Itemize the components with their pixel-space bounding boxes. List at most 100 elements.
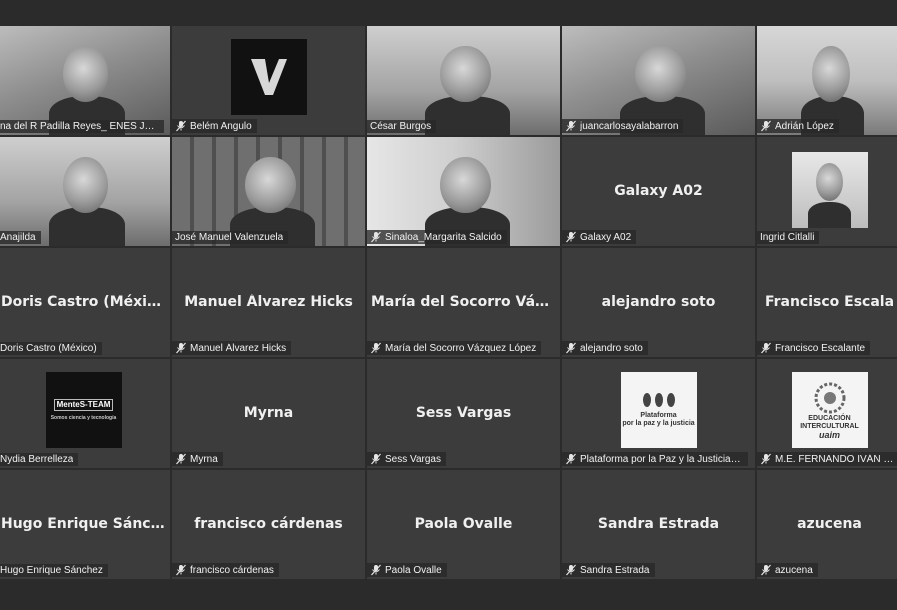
participant-display-name: azucena <box>797 515 862 532</box>
mic-muted-icon <box>175 342 187 354</box>
participant-name: Adrián López <box>775 120 834 132</box>
mic-muted-icon <box>760 564 772 576</box>
participant-head <box>245 156 296 214</box>
participant-name: Hugo Enrique Sánchez <box>0 565 103 576</box>
participant-name: Myrna <box>190 453 218 465</box>
participant-name-label: Hugo Enrique Sánchez <box>0 564 108 577</box>
participant-name-label: juancarlosayalabarron <box>562 119 684 133</box>
participant-name: Plataforma por la Paz y la Justicia en..… <box>580 453 743 465</box>
participant-name-label: José Manuel Valenzuela <box>172 231 289 244</box>
participant-display-name: Hugo Enrique Sánchez <box>1 515 170 532</box>
mic-muted-icon <box>760 453 772 465</box>
participant-name: Sandra Estrada <box>580 564 650 576</box>
participant-display-name: Francisco Escala <box>764 293 895 310</box>
participant-name: Manuel Álvarez Hicks <box>190 342 287 354</box>
participant-name: María del Socorro Vázquez López <box>385 342 537 354</box>
participant-head <box>635 45 686 103</box>
participant-name: César Burgos <box>370 121 432 132</box>
logo-line: Plataforma <box>640 412 677 419</box>
participant-name-label: Sinaloa_Margarita Salcido <box>367 230 507 244</box>
participant-name: José Manuel Valenzuela <box>175 232 284 243</box>
participant-display-name: Sandra Estrada <box>597 515 720 532</box>
participant-tile[interactable]: Plataforma por la paz y la justicia Plataf… <box>562 359 755 468</box>
participant-tile[interactable]: francisco cárdenas francisco cárdenas <box>172 470 365 579</box>
mic-muted-icon <box>370 564 382 576</box>
participant-tile[interactable]: Sinaloa_Margarita Salcido <box>367 137 560 246</box>
participant-display-name: alejandro soto <box>601 293 716 310</box>
participant-tile[interactable]: MenteS-TEAM Somos ciencia y tecnología Nyd… <box>0 359 170 468</box>
participant-name: Paola Ovalle <box>385 564 442 576</box>
participant-tile[interactable]: Ingrid Citlalli <box>757 137 897 246</box>
participant-display-name: María del Socorro Vázque... <box>371 293 560 310</box>
uaim-logo: EDUCACIÓN INTERCULTURAL uaim <box>791 372 868 448</box>
logo-line: por la paz y la justicia <box>622 420 695 427</box>
participant-tile[interactable]: juancarlosayalabarron <box>562 26 755 135</box>
participant-tile[interactable]: Manuel Álvarez Hicks Manuel Álvarez Hicks <box>172 248 365 357</box>
logo-line: EDUCACIÓN <box>808 415 851 422</box>
participant-video <box>172 137 365 246</box>
participant-name: M.E. FERNANDO IVÁN GAR <box>775 453 894 465</box>
participant-video <box>367 26 560 135</box>
participant-name-label: Belém Angulo <box>172 119 257 133</box>
mic-muted-icon <box>565 231 577 243</box>
participant-name-label: Sandra Estrada <box>562 563 655 577</box>
participant-display-name: francisco cárdenas <box>194 515 343 532</box>
participant-tile[interactable]: Adrián López <box>757 26 897 135</box>
participant-tile[interactable]: Myrna Myrna <box>172 359 365 468</box>
participant-head <box>62 45 108 103</box>
participant-name-label: azucena <box>757 563 818 577</box>
participant-name: juancarlosayalabarron <box>580 120 679 132</box>
participant-head <box>815 162 844 201</box>
participant-name: Ingrid Citlalli <box>760 232 815 243</box>
participant-name: Anajilda <box>0 232 36 243</box>
participant-name: Galaxy A02 <box>580 231 632 243</box>
participant-tile[interactable]: José Manuel Valenzuela <box>172 137 365 246</box>
participant-tile[interactable]: César Burgos <box>367 26 560 135</box>
participant-tile[interactable]: azucena azucena <box>757 470 897 579</box>
mic-muted-icon <box>565 342 577 354</box>
mic-muted-icon <box>370 342 382 354</box>
participant-tile[interactable]: Doris Castro (México) Doris Castro (Méxic… <box>0 248 170 357</box>
participant-tile[interactable]: Anajilda <box>0 137 170 246</box>
participant-display-name: Galaxy A02 <box>614 182 703 199</box>
participant-name: Sess Vargas <box>385 453 441 465</box>
participant-tile[interactable]: Belém Angulo <box>172 26 365 135</box>
participant-name: francisco cárdenas <box>190 564 274 576</box>
participant-tile[interactable]: Hugo Enrique Sánchez Hugo Enrique Sánchez <box>0 470 170 579</box>
participant-name-label: Manuel Álvarez Hicks <box>172 341 292 355</box>
mic-muted-icon <box>370 453 382 465</box>
participant-logo <box>230 39 307 115</box>
mic-muted-icon <box>565 453 577 465</box>
participant-display-name: Myrna <box>243 404 294 421</box>
logo-title: MenteS-TEAM <box>53 398 114 411</box>
participant-name-label: María del Socorro Vázquez López <box>367 341 542 355</box>
mic-muted-icon <box>175 453 187 465</box>
mentes-team-logo: MenteS-TEAM Somos ciencia y tecnología <box>45 372 122 448</box>
participant-name: Nydia Berrelleza <box>0 454 74 465</box>
participant-name-label: alejandro soto <box>562 341 648 355</box>
participant-tile[interactable]: María del Socorro Vázque... María del Soc… <box>367 248 560 357</box>
mic-muted-icon <box>175 120 187 132</box>
mic-muted-icon <box>175 564 187 576</box>
participant-tile[interactable]: Sandra Estrada Sandra Estrada <box>562 470 755 579</box>
participant-name-label: Adrián López <box>757 119 839 133</box>
participant-tile[interactable]: Galaxy A02 Galaxy A02 <box>562 137 755 246</box>
participant-tile[interactable]: Sess Vargas Sess Vargas <box>367 359 560 468</box>
participant-name: Belém Angulo <box>190 120 252 132</box>
participant-name: Francisco Escalante <box>775 342 866 354</box>
participant-name: azucena <box>775 564 813 576</box>
participant-tile[interactable]: na del R Padilla Reyes_ ENES Juriquil... <box>0 26 170 135</box>
participant-name: alejandro soto <box>580 342 643 354</box>
participant-tile[interactable]: Francisco Escala Francisco Escalante <box>757 248 897 357</box>
participant-tile[interactable]: Paola Ovalle Paola Ovalle <box>367 470 560 579</box>
logo-subtitle: Somos ciencia y tecnología <box>50 414 117 421</box>
logo-line: uaim <box>818 430 840 440</box>
participant-photo <box>791 152 868 228</box>
participant-name: Doris Castro (México) <box>0 343 97 354</box>
participant-video <box>0 137 170 246</box>
participant-name: Sinaloa_Margarita Salcido <box>385 231 502 243</box>
participant-head <box>812 45 850 103</box>
participant-tile[interactable]: EDUCACIÓN INTERCULTURAL uaim M.E. FERNANDO … <box>757 359 897 468</box>
participant-display-name: Paola Ovalle <box>414 515 513 532</box>
participant-tile[interactable]: alejandro soto alejandro soto <box>562 248 755 357</box>
